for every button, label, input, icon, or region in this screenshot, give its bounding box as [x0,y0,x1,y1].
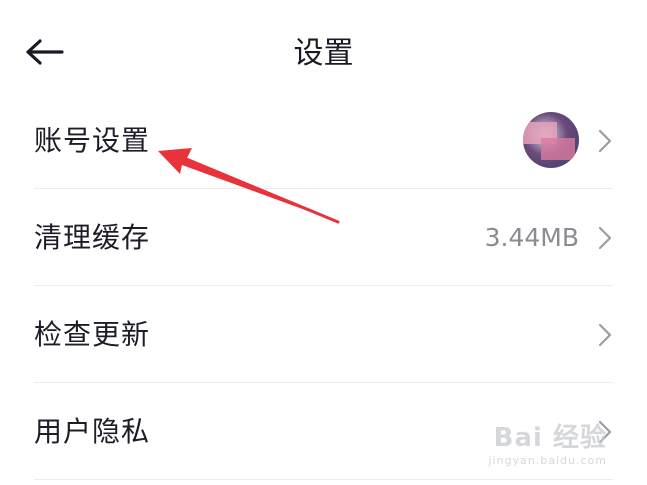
row-label: 清理缓存 [34,221,151,254]
cache-size-value: 3.44MB [484,223,579,252]
row-label: 检查更新 [34,318,151,351]
chevron-right-icon [598,226,612,250]
divider [34,479,613,480]
settings-row-check-update[interactable]: 检查更新 [34,286,613,383]
row-label: 用户隐私 [34,415,151,448]
settings-row-account[interactable]: 账号设置 [34,92,613,189]
watermark-url: jingyan.baidu.com [488,454,607,467]
settings-screen: 设置 账号设置 清理缓存 3.44MB 检查更新 用户隐私 Bai 经验 jin… [0,0,647,485]
avatar [523,112,579,168]
header-bar: 设置 [0,0,647,100]
watermark-logo: Bai 经验 [493,423,607,453]
page-title: 设置 [293,36,354,71]
row-label: 账号设置 [34,124,151,157]
chevron-right-icon [598,129,612,153]
chevron-right-icon [598,323,612,347]
watermark: Bai 经验 jingyan.baidu.com [488,417,607,467]
settings-row-clear-cache[interactable]: 清理缓存 3.44MB [34,189,613,286]
